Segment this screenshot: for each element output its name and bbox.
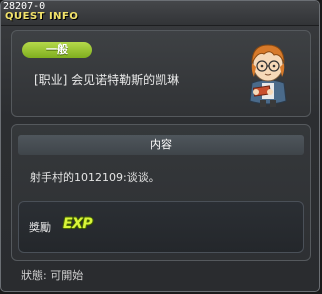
content-header: 内容: [18, 135, 304, 155]
content-text: 射手村的1012109:谈谈。: [30, 171, 160, 184]
window-title: QUEST INFO: [5, 11, 79, 22]
quest-status: 狀態: 可開始: [21, 269, 84, 282]
reward-label: 獎勵: [29, 221, 51, 234]
reward-box: 獎勵 EXP: [18, 201, 304, 253]
quest-content-panel: 内容 射手村的1012109:谈谈。 獎勵 EXP: [11, 124, 311, 261]
exp-icon: EXP: [63, 216, 93, 232]
title-bar[interactable]: 28207-0 QUEST INFO: [1, 1, 319, 26]
quest-name: [职业] 会见诺特勒斯的凯琳: [34, 73, 180, 87]
quest-summary-panel: 一般 [职业] 会见诺特勒斯的凯琳: [11, 30, 311, 117]
npc-avatar: [249, 44, 287, 107]
category-badge: 一般: [22, 42, 92, 58]
quest-info-window: 28207-0 QUEST INFO 一般 [职业] 会见诺特勒斯的凯琳 内容 …: [0, 0, 320, 292]
